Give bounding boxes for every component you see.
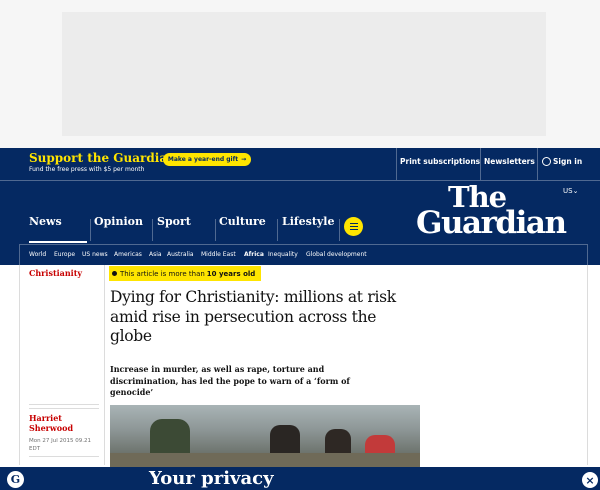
subnav-middle-east[interactable]: Middle East [201,251,236,258]
menu-button[interactable] [344,217,363,236]
divider [29,404,99,409]
divider [215,219,216,241]
support-subtitle: Fund the free press with $5 per month [29,166,145,173]
author-link[interactable]: Harriet Sherwood [29,413,99,433]
subnav-asia[interactable]: Asia [149,251,162,258]
divider [587,265,588,465]
subnav-inequality[interactable]: Inequality [268,251,298,258]
gift-button-label: Make a year-end gift [167,156,239,163]
subnav-africa[interactable]: Africa [244,251,264,258]
clock-icon [112,271,117,276]
pillar-lifestyle[interactable]: Lifestyle [282,215,335,228]
privacy-title: Your privacy [149,468,274,489]
guardian-roundel-icon: G [7,471,24,488]
divider [19,265,20,465]
subnav-world[interactable]: World [29,251,46,258]
menu-icon-bar [349,225,358,228]
privacy-banner [0,467,600,490]
arrow-right-icon: → [241,156,247,163]
subnav-europe[interactable]: Europe [54,251,75,258]
pillar-sport[interactable]: Sport [157,215,191,228]
edition-switcher[interactable]: US⌄ [563,187,578,195]
pillar-news[interactable]: News [29,215,62,228]
divider [277,219,278,241]
subnav-global-development[interactable]: Global development [306,251,367,258]
divider [90,219,91,241]
year-end-gift-button[interactable]: Make a year-end gift → [163,153,251,166]
article-headline: Dying for Christianity: millions at risk… [110,288,396,345]
edition-label: US [563,187,573,195]
subnav-australia[interactable]: Australia [167,251,194,258]
active-pillar-indicator [29,241,87,243]
divider [339,219,340,241]
newsletters-link[interactable]: Newsletters [484,157,535,166]
age-value: 10 years old [206,269,256,278]
article-main-image [110,405,420,467]
divider [152,219,153,241]
divider [29,456,99,457]
divider [104,265,105,465]
image-ground [110,453,420,467]
advertisement-area [0,0,600,148]
ad-slot[interactable] [62,12,546,136]
article-standfirst: Increase in murder, as well as rape, tor… [110,364,350,397]
close-icon[interactable]: × [582,472,598,488]
print-subscriptions-link[interactable]: Print subscriptions [400,157,480,166]
publish-date: Mon 27 Jul 2015 09.21 EDT [29,438,91,452]
support-title: Support the Guardian [29,151,176,165]
sign-in-link[interactable]: Sign in [553,157,582,166]
subnav-americas[interactable]: Americas [114,251,142,258]
chevron-down-icon: ⌄ [572,187,579,195]
pillar-opinion[interactable]: Opinion [94,215,143,228]
age-text: This article is more than [120,269,205,278]
section-label[interactable]: Christianity [29,268,82,278]
pillar-culture[interactable]: Culture [219,215,266,228]
divider [480,148,481,181]
subnav-us-news[interactable]: US news [82,251,108,258]
divider [396,148,397,181]
account-icon [542,157,551,166]
divider [537,148,538,181]
menu-icon-bar [349,228,358,230]
article-age-warning: This article is more than 10 years old [109,266,261,281]
menu-icon [349,223,358,225]
guardian-logo[interactable]: Guardian [416,208,567,239]
